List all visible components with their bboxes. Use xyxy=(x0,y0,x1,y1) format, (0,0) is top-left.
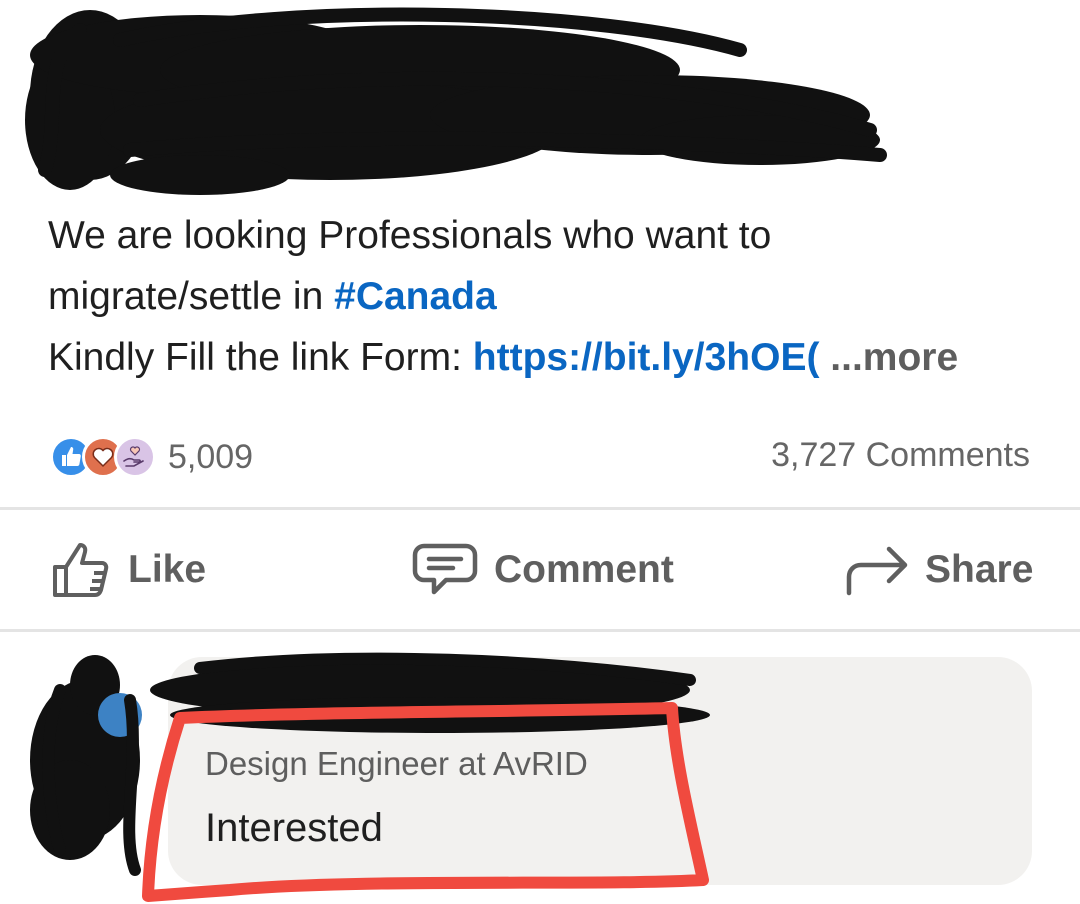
post-line-3: Kindly Fill the link Form: https://bit.l… xyxy=(48,327,1038,388)
post-text: We are looking Professionals who want to… xyxy=(48,205,1038,388)
comment-button[interactable]: Comment xyxy=(412,540,674,600)
commenter-headline: Design Engineer at AvRID xyxy=(205,745,588,782)
thumbs-up-icon xyxy=(53,543,109,597)
comment-label: Comment xyxy=(494,548,674,591)
reaction-count: 5,009 xyxy=(168,437,254,476)
post-line-3-text: Kindly Fill the link Form: xyxy=(48,336,473,379)
like-button[interactable]: Like xyxy=(50,540,206,600)
like-label: Like xyxy=(128,548,207,591)
share-button[interactable]: Share xyxy=(843,540,1033,600)
post-line-2: migrate/settle in #Canada xyxy=(48,266,1038,327)
hashtag-link[interactable]: #Canada xyxy=(334,275,497,318)
share-label: Share xyxy=(925,548,1034,591)
comments-count[interactable]: 3,727 Comments xyxy=(771,436,1030,475)
form-link[interactable]: https://bit.ly/3hOE( xyxy=(473,336,820,379)
see-more-link[interactable]: ...more xyxy=(830,336,958,379)
share-arrow-icon xyxy=(846,546,908,596)
reactions-summary[interactable]: 5,009 xyxy=(50,434,253,480)
support-icon xyxy=(114,436,156,478)
comment-text: Interested xyxy=(205,806,383,850)
post-line-1: We are looking Professionals who want to xyxy=(48,214,772,257)
divider-top xyxy=(0,507,1080,510)
comment-icon xyxy=(412,543,478,595)
post-line-2-text: migrate/settle in xyxy=(48,275,335,318)
divider-bottom xyxy=(0,629,1080,632)
